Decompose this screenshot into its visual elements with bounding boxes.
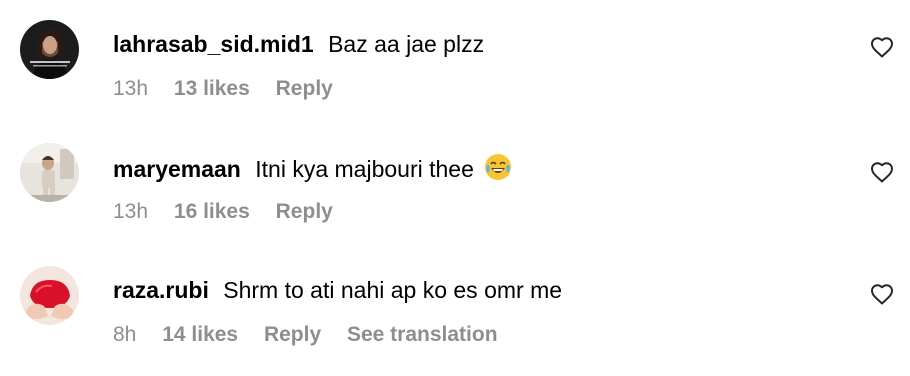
comment-username[interactable]: lahrasab_sid.mid1 xyxy=(113,31,314,57)
comment-meta: 13h 16 likes Reply xyxy=(113,199,353,225)
heart-outline-icon[interactable] xyxy=(870,161,894,183)
comment-username[interactable]: raza.rubi xyxy=(113,277,209,303)
comment-text: Shrm to ati nahi ap ko es omr me xyxy=(223,277,563,303)
comment-text-line: lahrasab_sid.mid1 Baz aa jae plzz xyxy=(113,30,484,58)
heart-outline-icon[interactable] xyxy=(870,36,894,58)
comment-likes[interactable]: 13 likes xyxy=(174,77,250,100)
comment-item: maryemaan Itni kya majbouri thee 13h 16 … xyxy=(0,143,910,253)
reply-button[interactable]: Reply xyxy=(276,77,333,100)
reply-button[interactable]: Reply xyxy=(276,200,333,223)
comment-timestamp: 8h xyxy=(113,323,137,346)
comment-text: Itni kya majbouri thee xyxy=(255,156,474,182)
heart-outline-icon[interactable] xyxy=(870,283,894,305)
avatar[interactable] xyxy=(20,143,79,202)
comment-item: lahrasab_sid.mid1 Baz aa jae plzz 13h 13… xyxy=(0,20,910,130)
comment-text: Baz aa jae plzz xyxy=(328,31,485,57)
avatar[interactable] xyxy=(20,20,79,79)
comment-likes[interactable]: 16 likes xyxy=(174,200,250,223)
comment-meta: 8h 14 likes Reply See translation xyxy=(113,322,518,348)
comment-timestamp: 13h xyxy=(113,77,149,100)
comment-item: raza.rubi Shrm to ati nahi ap ko es omr … xyxy=(0,266,910,376)
see-translation-button[interactable]: See translation xyxy=(347,323,498,346)
comment-text-line: raza.rubi Shrm to ati nahi ap ko es omr … xyxy=(113,276,562,304)
comment-text-line: maryemaan Itni kya majbouri thee xyxy=(113,153,512,187)
face-with-tears-of-joy-emoji xyxy=(484,153,512,187)
comment-timestamp: 13h xyxy=(113,200,149,223)
comment-likes[interactable]: 14 likes xyxy=(162,323,238,346)
comment-username[interactable]: maryemaan xyxy=(113,156,241,182)
comment-meta: 13h 13 likes Reply xyxy=(113,76,353,102)
avatar[interactable] xyxy=(20,266,79,325)
reply-button[interactable]: Reply xyxy=(264,323,321,346)
